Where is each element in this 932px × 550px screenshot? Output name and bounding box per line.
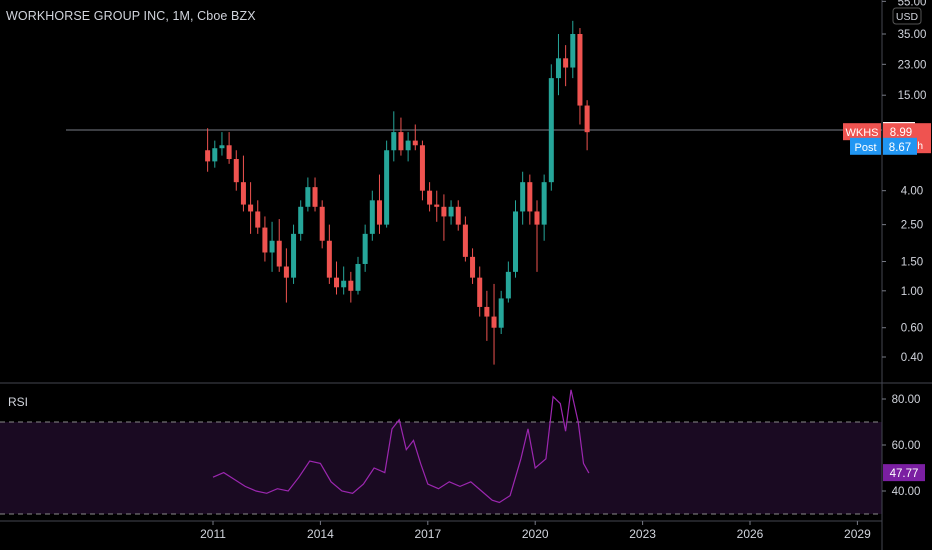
price-tick-label: 2.50 xyxy=(901,220,923,232)
candle-body xyxy=(470,256,476,278)
time-tick-label: 2020 xyxy=(522,527,549,541)
candle-body xyxy=(405,140,411,151)
candle-body xyxy=(491,316,497,328)
candle-body xyxy=(362,233,368,264)
price-tick-label: 4.00 xyxy=(901,186,923,198)
candle-body xyxy=(262,227,268,253)
candle-body xyxy=(298,206,304,234)
rsi-tick-label: 80.00 xyxy=(892,394,921,406)
candle-body xyxy=(398,132,404,151)
rsi-value-label: 47.77 xyxy=(890,468,919,480)
last-price-value: 8.99 xyxy=(890,127,912,139)
candle-body xyxy=(455,206,461,225)
candle-body xyxy=(477,277,483,307)
rsi-tick-label: 60.00 xyxy=(892,440,921,452)
rsi-band xyxy=(0,422,882,514)
candle-body xyxy=(291,233,297,278)
candle-body xyxy=(305,187,311,207)
chart-title: WORKHORSE GROUP INC, 1M, Cboe BZX xyxy=(6,9,256,23)
rsi-band-layer xyxy=(0,421,882,515)
candle-body xyxy=(534,211,540,225)
candle-body xyxy=(355,263,361,291)
time-tick-label: 2011 xyxy=(200,527,226,541)
price-tick-label: 1.00 xyxy=(901,286,923,298)
price-tick-label: 55.00 xyxy=(898,0,927,8)
price-tick-label: 35.00 xyxy=(898,29,927,41)
time-tick-label: 2014 xyxy=(307,527,334,541)
candle-body xyxy=(441,206,447,217)
candle-body xyxy=(269,240,275,253)
price-tick-label: 1.50 xyxy=(901,257,923,269)
price-tick-label: 15.00 xyxy=(898,90,927,102)
candle-body xyxy=(584,105,590,133)
candle-body xyxy=(555,58,561,79)
candle-body xyxy=(319,206,325,241)
candle-body xyxy=(348,280,354,291)
candle-body xyxy=(570,34,576,68)
candle-body xyxy=(226,145,232,160)
post-price-value: 8.67 xyxy=(889,142,911,154)
candle-body xyxy=(462,224,468,257)
price-tick-label: 0.40 xyxy=(901,352,923,364)
time-tick-label: 2023 xyxy=(629,527,656,541)
candle-body xyxy=(205,150,211,162)
candle-body xyxy=(427,190,433,205)
candle-body xyxy=(563,58,569,68)
rsi-panel-label: RSI xyxy=(8,395,29,409)
candle-body xyxy=(513,211,519,272)
candle-body xyxy=(334,277,340,288)
candle-body xyxy=(219,145,225,149)
candle-body xyxy=(527,182,533,212)
candle-body xyxy=(541,182,547,225)
candle-body xyxy=(326,240,332,278)
candle-body xyxy=(412,140,418,146)
currency-label: USD xyxy=(896,11,919,23)
candle-body xyxy=(233,159,239,183)
candle-body xyxy=(548,78,554,183)
candle-body xyxy=(212,148,218,162)
time-tick-label: 2029 xyxy=(844,527,871,541)
candle-body xyxy=(376,200,382,225)
post-label: Post xyxy=(854,142,876,154)
candle-body xyxy=(312,187,318,207)
candle-body xyxy=(448,206,454,217)
symbol-label: WKHS xyxy=(846,127,879,139)
price-tick-label: 0.60 xyxy=(901,323,923,335)
candle-body xyxy=(283,266,289,278)
candle-body xyxy=(248,204,254,212)
price-tick-label: 23.00 xyxy=(898,59,927,71)
rsi-tick-label: 40.00 xyxy=(892,486,921,498)
candle-body xyxy=(341,280,347,288)
candle-body xyxy=(484,306,490,317)
candle-body xyxy=(419,145,425,191)
time-tick-label: 2026 xyxy=(737,527,764,541)
candle-body xyxy=(369,200,375,234)
time-tick-label: 2017 xyxy=(414,527,441,541)
candle-body xyxy=(391,132,397,151)
candle-body xyxy=(240,182,246,205)
price-chart-svg[interactable]: 0.40 0.60 1.00 1.50 2.50 4.00 15.00 23.00 35.00 5… xyxy=(0,0,932,550)
candle-body xyxy=(276,240,282,267)
candle-body xyxy=(255,211,261,228)
chart-root: 0.40 0.60 1.00 1.50 2.50 4.00 15.00 23.00 35.00 5… xyxy=(0,0,932,550)
candle-body xyxy=(498,298,504,328)
candle-body xyxy=(577,34,583,106)
candle-body xyxy=(505,271,511,299)
candle-body xyxy=(384,150,390,225)
candle-body xyxy=(520,182,526,212)
candle-body xyxy=(434,204,440,207)
